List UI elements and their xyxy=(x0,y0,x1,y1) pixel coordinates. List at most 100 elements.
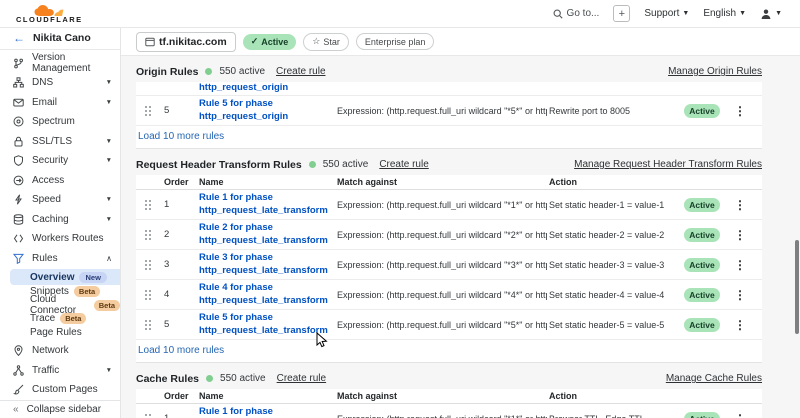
goto-search[interactable]: Go to... xyxy=(553,8,600,19)
table-row: 5 Rule 5 for phasehttp_request_origin Ex… xyxy=(136,96,762,126)
language-label: English xyxy=(703,8,736,19)
table-row: 2 Rule 2 for phasehttp_request_late_tran… xyxy=(136,220,762,250)
user-menu[interactable]: ▼ xyxy=(760,8,782,20)
drag-handle[interactable] xyxy=(144,199,152,210)
traffic-icon xyxy=(13,365,24,376)
rule-action: Set static header-2 = value-2 xyxy=(549,230,682,240)
load-more-link[interactable]: Load 10 more rules xyxy=(136,126,762,148)
status-badge: Active xyxy=(684,258,720,272)
col-order: Order xyxy=(164,391,197,401)
status-badge: Active xyxy=(684,412,720,418)
bolt-icon xyxy=(13,194,24,205)
manage-cache-rules-link[interactable]: Manage Cache Rules xyxy=(666,373,762,384)
sidebar: ← Nikita Cano Version Management DNS ▼ E… xyxy=(0,28,121,418)
back-arrow-icon[interactable]: ← xyxy=(13,31,25,45)
section-title: Origin Rules xyxy=(136,66,198,78)
zone-selector[interactable]: tf.nikitac.com xyxy=(136,32,236,52)
cloudflare-logo[interactable]: CLOUDFLARE xyxy=(16,4,83,24)
sidebar-item-caching[interactable]: Caching ▼ xyxy=(0,210,120,230)
col-action: Action xyxy=(549,177,682,187)
sidebar-item-security[interactable]: Security ▼ xyxy=(0,151,120,171)
rule-match: Expression: (http.request.full_uri wildc… xyxy=(337,290,547,300)
support-label: Support xyxy=(644,8,679,19)
rule-action: Set static header-3 = value-3 xyxy=(549,260,682,270)
cloudflare-logo-text: CLOUDFLARE xyxy=(16,15,83,24)
dns-icon xyxy=(13,77,24,88)
sidebar-item-traffic[interactable]: Traffic ▼ xyxy=(0,361,120,381)
sidebar-item-network[interactable]: Network xyxy=(0,341,120,361)
manage-request-header-transform-rules-link[interactable]: Manage Request Header Transform Rules xyxy=(574,159,762,170)
add-button[interactable]: + xyxy=(613,5,630,22)
status-badge: Active xyxy=(684,288,720,302)
new-badge: New xyxy=(79,272,106,283)
drag-handle[interactable] xyxy=(144,319,152,330)
rule-action: Rewrite port to 8005 xyxy=(549,106,682,116)
create-rule-link[interactable]: Create rule xyxy=(379,159,428,170)
rule-action: Set static header-4 = value-4 xyxy=(549,290,682,300)
chevron-down-icon: ▼ xyxy=(682,10,689,17)
rule-name-link[interactable]: Rule 4 for phasehttp_request_late_transf… xyxy=(199,282,335,307)
collapse-sidebar-button[interactable]: « Collapse sidebar xyxy=(0,400,120,418)
star-button[interactable]: ☆ Star xyxy=(303,33,349,51)
vertical-scrollbar[interactable] xyxy=(795,240,799,334)
goto-label: Go to... xyxy=(567,8,600,19)
active-count: 550 active xyxy=(323,159,369,170)
load-more-link[interactable]: Load 10 more rules xyxy=(136,340,762,362)
sidebar-item-version-management[interactable]: Version Management xyxy=(0,54,120,74)
create-rule-link[interactable]: Create rule xyxy=(276,66,325,77)
rules-submenu: Overview New Snippets Beta Cloud Connect… xyxy=(0,268,120,341)
rule-name-link[interactable]: Rule 3 for phasehttp_request_late_transf… xyxy=(199,252,335,277)
create-rule-link[interactable]: Create rule xyxy=(277,373,326,384)
kebab-menu-icon[interactable]: ⋮ xyxy=(734,318,746,332)
rule-name-link[interactable]: Rule 5 for phasehttp_request_late_transf… xyxy=(199,312,335,337)
beta-badge: Beta xyxy=(60,313,86,324)
sidebar-item-dns[interactable]: DNS ▼ xyxy=(0,73,120,93)
drag-handle[interactable] xyxy=(144,105,152,116)
kebab-menu-icon[interactable]: ⋮ xyxy=(734,104,746,118)
drag-handle[interactable] xyxy=(144,229,152,240)
sidebar-item-cloud-connector[interactable]: Cloud Connector Beta xyxy=(10,299,120,313)
sidebar-item-trace[interactable]: Trace Beta xyxy=(10,312,120,326)
status-badge: Active xyxy=(684,198,720,212)
status-badge: Active xyxy=(684,318,720,332)
pin-icon xyxy=(13,345,24,356)
section-title: Cache Rules xyxy=(136,373,199,385)
rule-name-link[interactable]: Rule 2 for phasehttp_request_late_transf… xyxy=(199,222,335,247)
sidebar-item-email[interactable]: Email ▼ xyxy=(0,93,120,113)
sidebar-item-custom-pages[interactable]: Custom Pages xyxy=(0,380,120,400)
sidebar-item-overview[interactable]: Overview New xyxy=(10,269,120,285)
drag-handle[interactable] xyxy=(144,259,152,270)
kebab-menu-icon[interactable]: ⋮ xyxy=(734,258,746,272)
language-menu[interactable]: English ▼ xyxy=(703,8,746,19)
zone-domain: tf.nikitac.com xyxy=(159,36,227,48)
sidebar-item-page-rules[interactable]: Page Rules xyxy=(10,326,120,340)
manage-origin-rules-link[interactable]: Manage Origin Rules xyxy=(668,66,762,77)
kebab-menu-icon[interactable]: ⋮ xyxy=(734,198,746,212)
sidebar-item-access[interactable]: Access xyxy=(0,171,120,191)
drag-handle[interactable] xyxy=(144,413,152,418)
table-header: Order Name Match against Action xyxy=(136,389,762,404)
sidebar-item-rules[interactable]: Rules ∧ xyxy=(0,249,120,269)
sidebar-item-spectrum[interactable]: Spectrum xyxy=(0,112,120,132)
rule-name-link[interactable]: Rule 1 for phasehttp_request_late_transf… xyxy=(199,192,335,217)
sidebar-item-speed[interactable]: Speed ▼ xyxy=(0,190,120,210)
active-dot-icon xyxy=(205,68,212,75)
rule-name-link[interactable]: Rule 1 for phasehttp_request_cache_setti… xyxy=(199,406,335,418)
lock-icon xyxy=(13,136,24,147)
sidebar-item-workers-routes[interactable]: Workers Routes xyxy=(0,229,120,249)
drag-handle[interactable] xyxy=(144,289,152,300)
kebab-menu-icon[interactable]: ⋮ xyxy=(734,228,746,242)
origin-rules-table: http_request_origin 5 Rule 5 for phaseht… xyxy=(136,82,762,149)
sidebar-item-ssl-tls[interactable]: SSL/TLS ▼ xyxy=(0,132,120,152)
rule-name-link[interactable]: http_request_origin xyxy=(199,82,762,95)
rule-name-link[interactable]: Rule 5 for phasehttp_request_origin xyxy=(199,98,335,123)
plan-badge: Enterprise plan xyxy=(356,33,435,50)
kebab-menu-icon[interactable]: ⋮ xyxy=(734,288,746,302)
active-count: 550 active xyxy=(219,66,265,77)
beta-badge: Beta xyxy=(94,300,120,311)
rule-match: Expression: (http.request.full_uri wildc… xyxy=(337,200,547,210)
chevron-down-icon: ▼ xyxy=(106,79,112,86)
support-menu[interactable]: Support ▼ xyxy=(644,8,689,19)
rule-match: Expression: (http.request.full_uri wildc… xyxy=(337,414,547,418)
kebab-menu-icon[interactable]: ⋮ xyxy=(734,412,746,418)
